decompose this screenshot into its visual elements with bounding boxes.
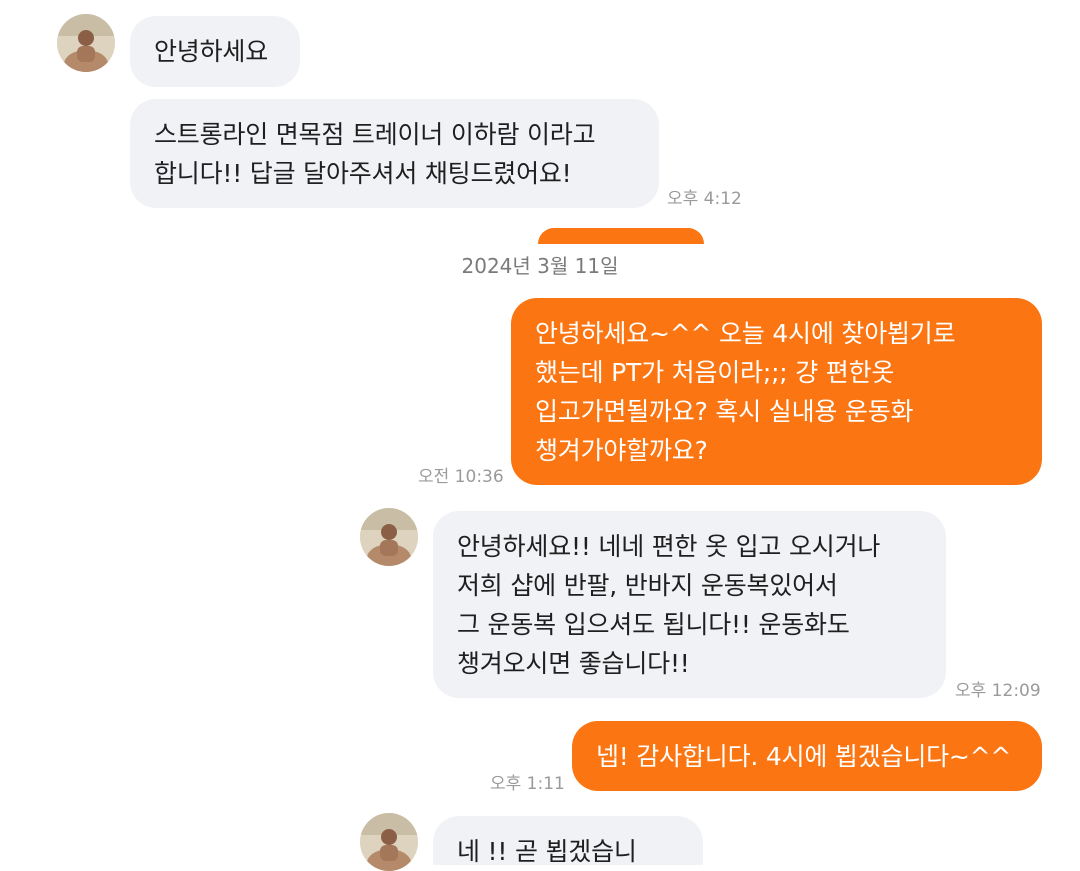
message-bubble-outgoing[interactable]: 넵! 감사합니다. 4시에 뵙겠습니다~^^ bbox=[572, 721, 1042, 791]
sender-avatar[interactable] bbox=[57, 14, 115, 72]
message-timestamp: 오전 10:36 bbox=[418, 467, 504, 487]
message-timestamp: 오후 1:11 bbox=[490, 774, 565, 794]
message-bubble-incoming[interactable]: 네 !! 곧 뵙겠습니다!! bbox=[433, 816, 703, 865]
avatar-photo-icon bbox=[360, 508, 418, 566]
message-bubble-incoming[interactable]: 안녕하세요!! 네네 편한 옷 입고 오시거나 저희 샵에 반팔, 반바지 운동… bbox=[433, 511, 946, 698]
sender-avatar[interactable] bbox=[360, 508, 418, 566]
date-divider: 2024년 3월 11일 bbox=[461, 254, 619, 278]
message-timestamp: 오후 12:09 bbox=[955, 681, 1041, 701]
avatar-photo-icon bbox=[57, 14, 115, 72]
message-bubble-incoming[interactable]: 스트롱라인 면목점 트레이너 이하람 이라고 합니다!! 답글 달아주셔서 채팅… bbox=[130, 99, 659, 208]
avatar-photo-icon bbox=[360, 813, 418, 871]
message-timestamp: 오후 4:12 bbox=[667, 189, 742, 209]
message-bubble-partial bbox=[538, 228, 704, 244]
message-bubble-incoming[interactable]: 안녕하세요 bbox=[130, 16, 300, 87]
message-bubble-outgoing[interactable]: 안녕하세요~^^ 오늘 4시에 찾아뵙기로 했는데 PT가 처음이라;;; 걍 … bbox=[511, 298, 1042, 485]
sender-avatar[interactable] bbox=[360, 813, 418, 871]
